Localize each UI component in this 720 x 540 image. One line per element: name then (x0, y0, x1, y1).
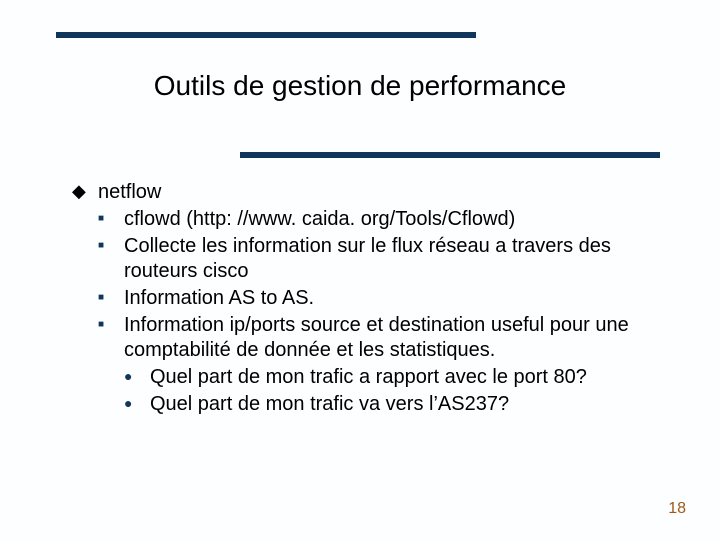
list-item: ◆ netflow (72, 180, 670, 205)
list-item: ■ cflowd (http: //www. caida. org/Tools/… (98, 207, 670, 232)
square-bullet-icon: ■ (98, 313, 124, 363)
square-bullet-icon: ■ (98, 286, 124, 311)
square-bullet-icon: ■ (98, 234, 124, 284)
list-item-text: Collecte les information sur le flux rés… (124, 234, 670, 284)
list-item-text: Information AS to AS. (124, 286, 670, 311)
slide-title: Outils de gestion de performance (0, 70, 720, 102)
list-item: ■ Information ip/ports source et destina… (98, 313, 670, 363)
dot-bullet-icon: ● (124, 365, 150, 390)
list-item-text: Quel part de mon trafic a rapport avec l… (150, 365, 670, 390)
list-item: ■ Collecte les information sur le flux r… (98, 234, 670, 284)
slide-body: ◆ netflow ■ cflowd (http: //www. caida. … (72, 180, 670, 419)
diamond-bullet-icon: ◆ (72, 180, 98, 205)
list-item: ■ Information AS to AS. (98, 286, 670, 311)
list-item-text: Quel part de mon trafic va vers l’AS237? (150, 392, 670, 417)
list-item-text: Information ip/ports source et destinati… (124, 313, 670, 363)
dot-bullet-icon: ● (124, 392, 150, 417)
list-item-text: netflow (98, 180, 670, 205)
square-bullet-icon: ■ (98, 207, 124, 232)
mid-rule (240, 152, 660, 158)
list-item-text: cflowd (http: //www. caida. org/Tools/Cf… (124, 207, 670, 232)
list-item: ● Quel part de mon trafic va vers l’AS23… (124, 392, 670, 417)
page-number: 18 (668, 500, 686, 518)
top-rule (56, 32, 476, 38)
list-item: ● Quel part de mon trafic a rapport avec… (124, 365, 670, 390)
